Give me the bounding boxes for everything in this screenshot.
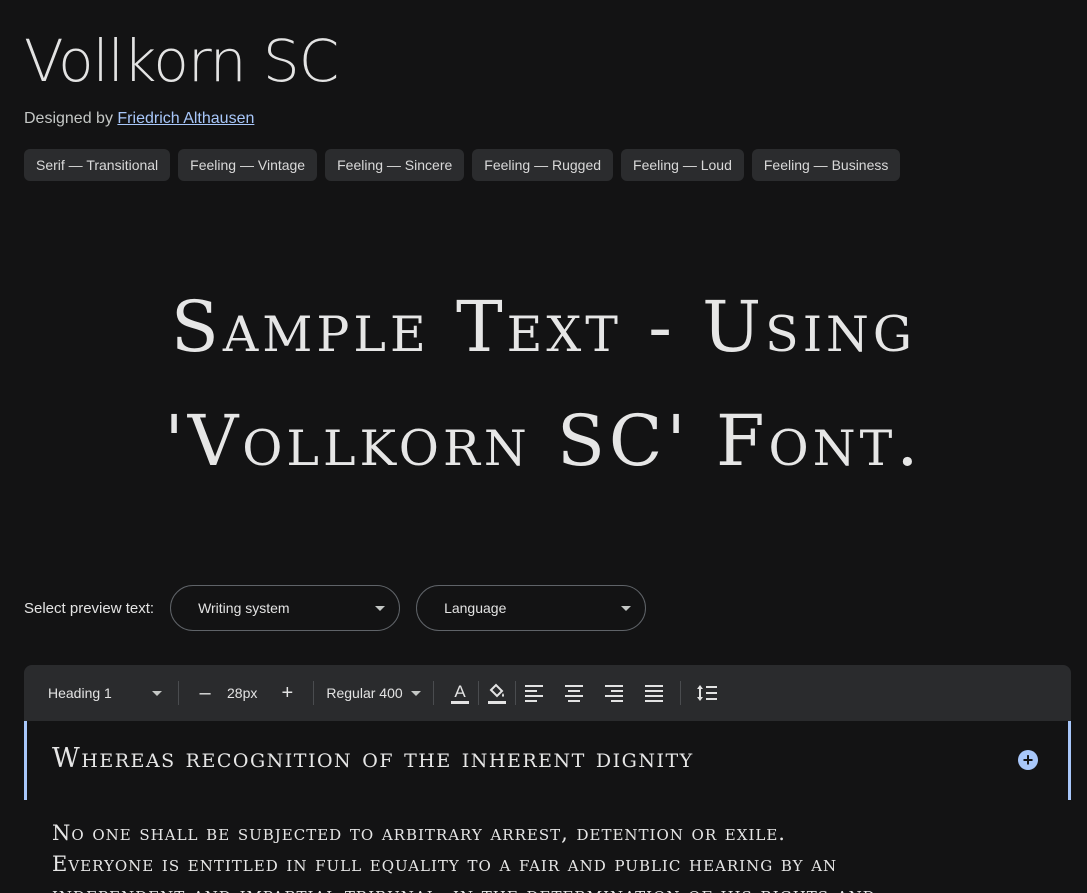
text-style-select[interactable]: Heading 1 [48, 685, 164, 701]
toolbar-divider [432, 681, 434, 705]
font-size-value[interactable]: 28px [227, 685, 257, 701]
writing-system-select[interactable]: Writing system [170, 585, 401, 631]
toolbar-divider [178, 681, 179, 705]
chevron-down-icon [621, 605, 632, 611]
tag-list: Serif — Transitional Feeling — Vintage F… [24, 149, 901, 181]
page-title: Vollkorn SC [24, 27, 339, 95]
text-style-value: Heading 1 [48, 685, 112, 701]
decrease-size-button[interactable]: – [191, 679, 219, 707]
align-left-icon[interactable] [520, 679, 548, 707]
toolbar-divider [313, 681, 315, 705]
align-center-icon[interactable] [560, 679, 588, 707]
font-weight-select[interactable]: Regular 400 [326, 685, 421, 701]
editor-body-line: No one shall be subjected to arbitrary a… [52, 821, 786, 845]
hero-line: Sample Text - Using [170, 286, 917, 368]
language-select[interactable]: Language [416, 585, 647, 631]
writing-system-value: Writing system [198, 600, 290, 616]
toolbar-divider [679, 681, 681, 705]
font-page: Vollkorn SC Designed by Friedrich Althau… [0, 0, 1087, 893]
text-color-icon[interactable]: A [446, 679, 474, 707]
designer-line: Designed by Friedrich Althausen [24, 110, 254, 128]
editor-toolbar: Heading 1 – 28px + Regular 400 A [24, 665, 1071, 721]
designed-by-label: Designed by [24, 110, 113, 127]
tag-chip[interactable]: Feeling — Business [751, 149, 901, 181]
tag-chip[interactable]: Feeling — Sincere [325, 149, 465, 181]
align-justify-icon[interactable] [640, 679, 668, 707]
chevron-down-icon [152, 690, 162, 696]
editor-body[interactable]: No one shall be subjected to arbitrary a… [52, 818, 1052, 893]
chevron-down-icon [375, 605, 386, 611]
add-icon[interactable]: + [1018, 750, 1038, 770]
svg-text:A: A [454, 682, 466, 701]
align-right-icon[interactable] [600, 679, 628, 707]
preview-text-label: Select preview text: [24, 599, 155, 617]
toolbar-divider [514, 681, 516, 705]
tag-chip[interactable]: Serif — Transitional [24, 149, 171, 181]
chevron-down-icon [410, 690, 421, 696]
tag-chip[interactable]: Feeling — Rugged [472, 149, 614, 181]
designer-link[interactable]: Friedrich Althausen [117, 110, 254, 127]
editor-body-line: Everyone is entitled in full equality to… [52, 852, 838, 876]
increase-size-button[interactable]: + [273, 679, 301, 707]
editor-heading-block[interactable]: Whereas recognition of the inherent dign… [24, 721, 1071, 800]
hero-line: 'Vollkorn SC' Font. [164, 400, 923, 482]
toolbar-divider [477, 681, 479, 705]
editor-body-line: independent and impartial tribunal, in t… [52, 880, 1052, 893]
tag-chip[interactable]: Feeling — Loud [621, 149, 744, 181]
preview-text-selector: Select preview text: Writing system Lang… [24, 585, 662, 631]
tag-chip[interactable]: Feeling — Vintage [178, 149, 318, 181]
highlight-icon[interactable] [483, 679, 511, 707]
font-weight-value: Regular 400 [326, 685, 403, 701]
editor-heading-text[interactable]: Whereas recognition of the inherent dign… [52, 743, 694, 774]
line-spacing-icon[interactable] [693, 679, 721, 707]
sample-text-hero: Sample Text - Using 'Vollkorn SC' Font. [0, 270, 1087, 498]
language-value: Language [444, 600, 507, 616]
